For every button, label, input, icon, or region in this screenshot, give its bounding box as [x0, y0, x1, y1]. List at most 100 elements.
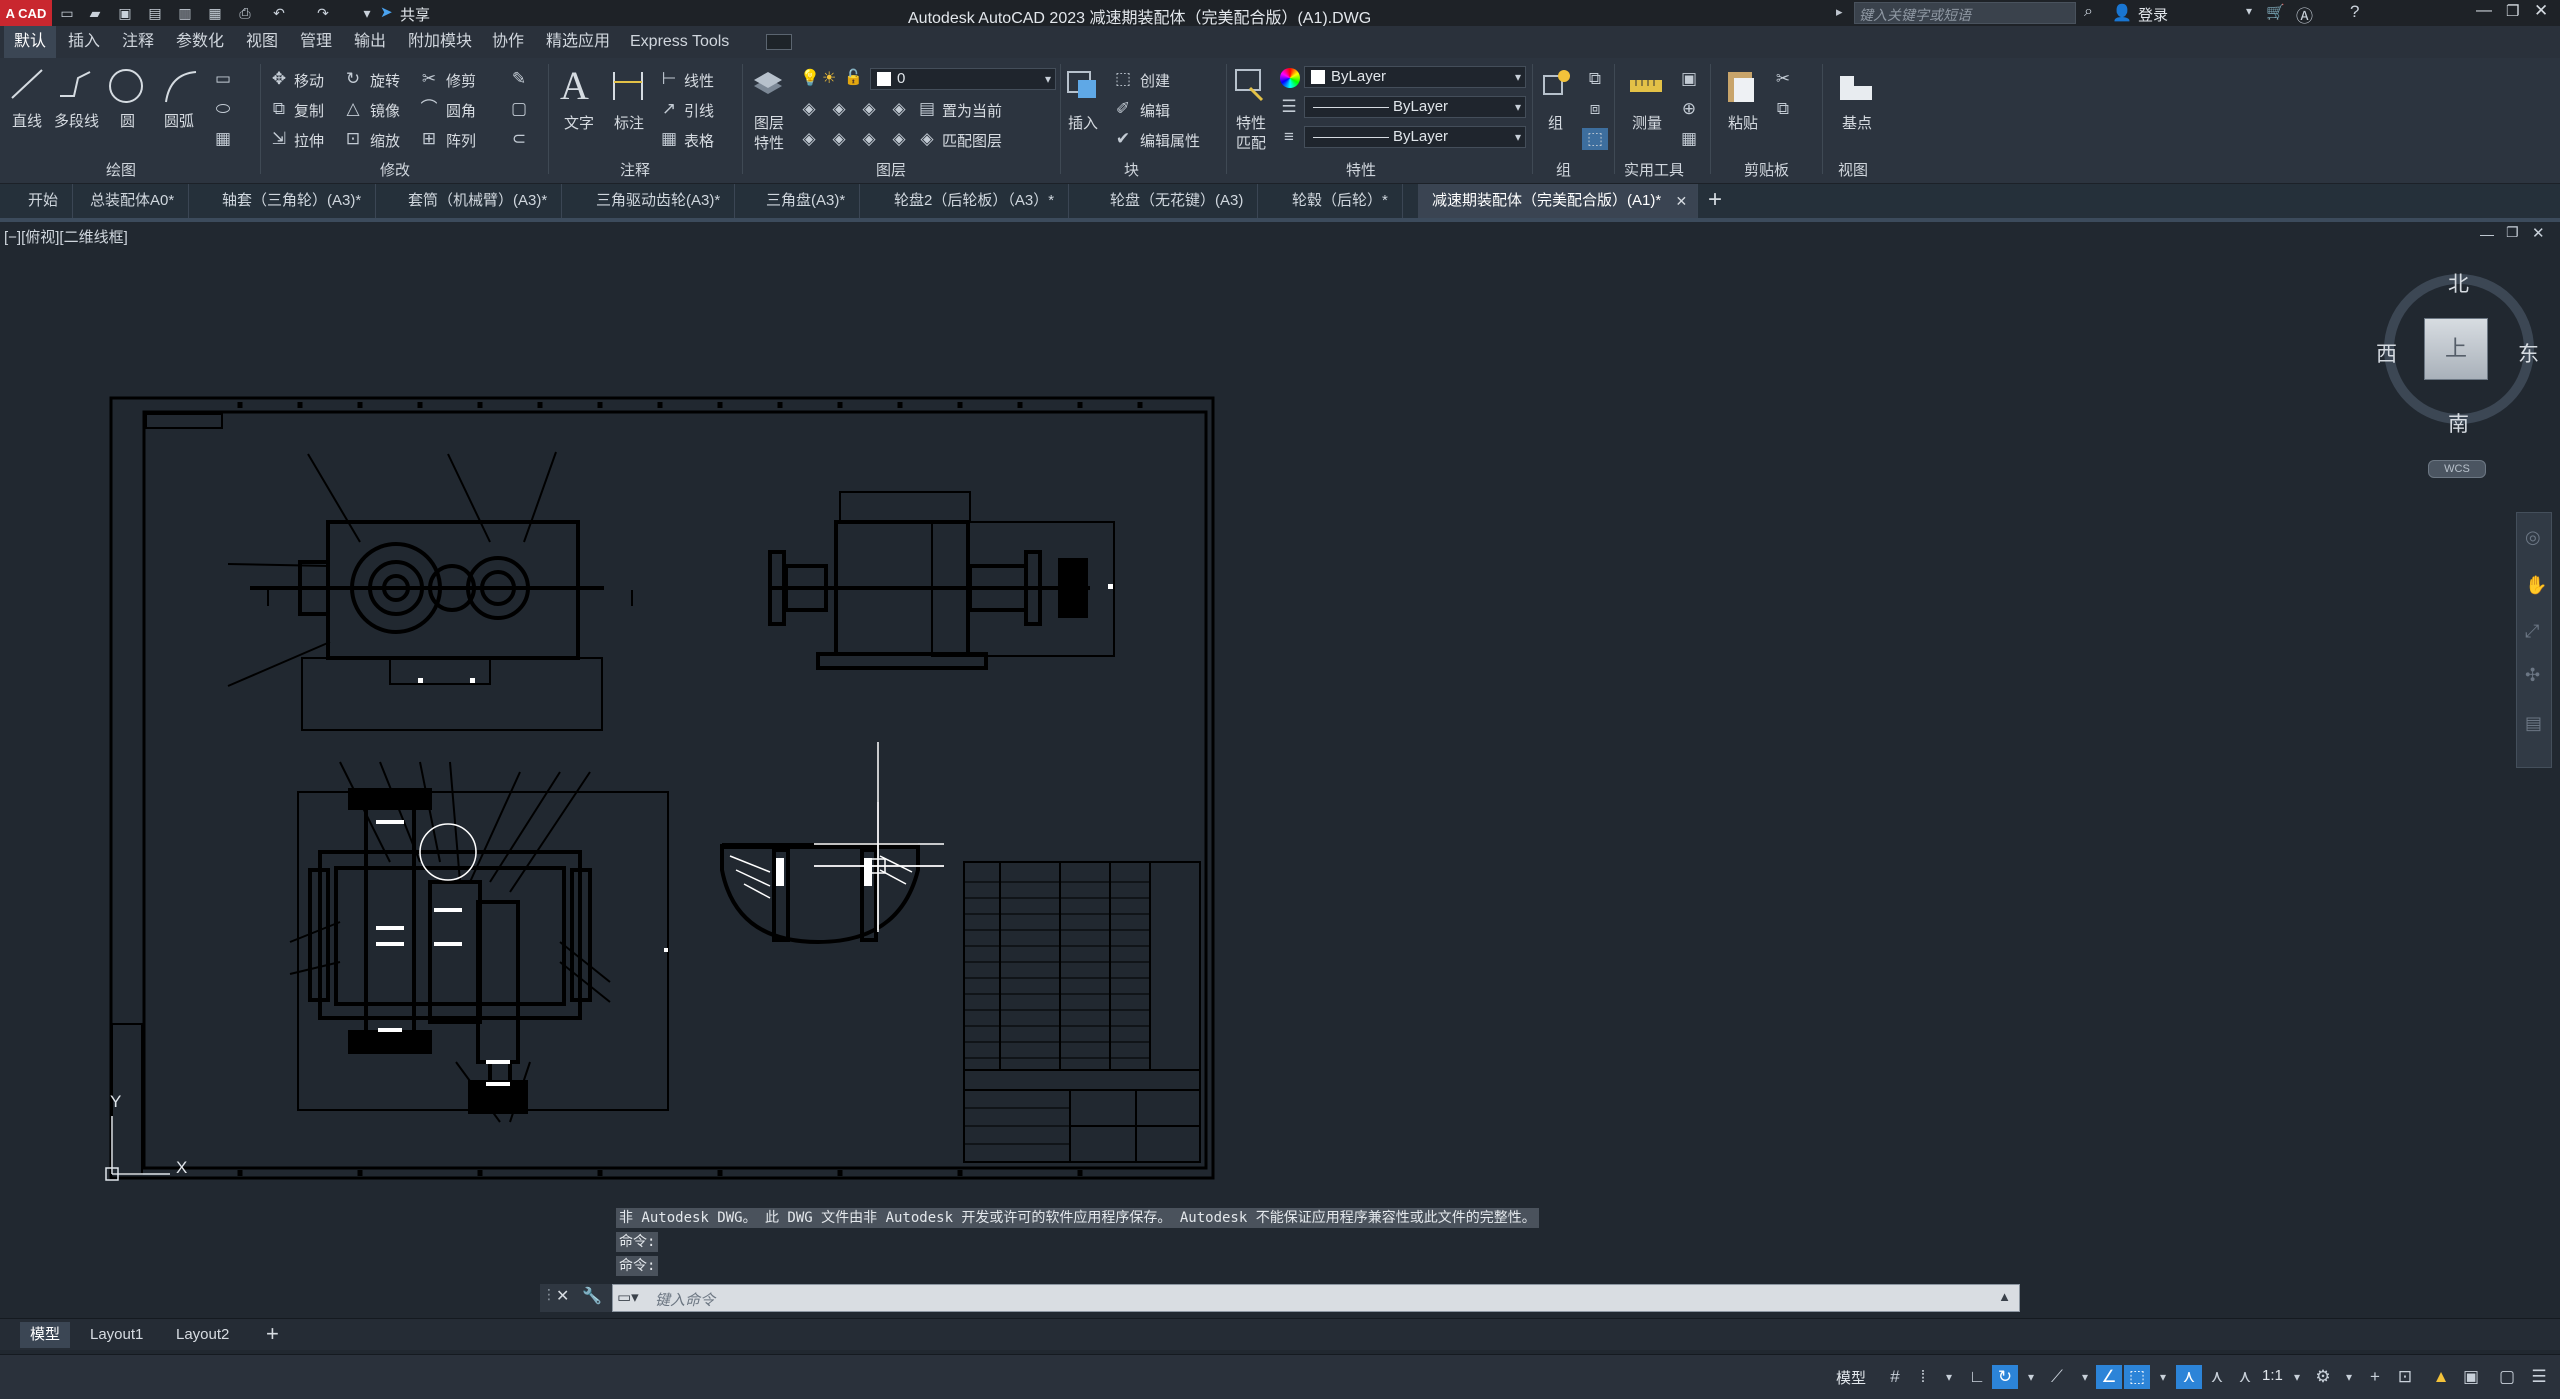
customize-icon[interactable]: ▾ — [358, 4, 376, 22]
command-history-toggle-icon[interactable]: ▲ — [1998, 1289, 2011, 1304]
tab-output[interactable]: 输出 — [344, 26, 396, 58]
doc-tab-active[interactable]: 减速期装配体（完美配合版）(A1)* ✕ — [1418, 184, 1699, 218]
add-icon[interactable]: + — [2362, 1365, 2388, 1389]
line-tool-icon[interactable] — [8, 66, 46, 102]
lineweight-icon[interactable]: ≡ — [1276, 126, 1302, 148]
orbit-icon[interactable]: ✣ — [2525, 665, 2540, 686]
showmotion-icon[interactable]: ▤ — [2525, 713, 2542, 734]
group-edit-icon[interactable]: ⧈ — [1582, 98, 1608, 120]
calculator-icon[interactable]: ▦ — [1676, 128, 1702, 150]
object-snap-tracking-icon[interactable]: ∠ — [2096, 1365, 2122, 1389]
block-group-label[interactable]: 块 — [1124, 159, 1139, 180]
layout-tab-model[interactable]: 模型 — [20, 1322, 71, 1348]
layer-on-icon[interactable]: 💡 — [800, 68, 820, 88]
polyline-tool-label[interactable]: 多段线 — [54, 110, 99, 131]
search-icon[interactable]: ⌕ — [2084, 3, 2093, 21]
tab-manage[interactable]: 管理 — [290, 26, 342, 58]
viewport-restore-icon[interactable]: ❐ — [2506, 224, 2519, 241]
arc-tool-icon[interactable] — [160, 66, 200, 106]
search-input[interactable]: 键入关键字或短语 — [1854, 2, 2076, 24]
add-layout-icon[interactable]: + — [266, 1321, 279, 1347]
grid-icon[interactable]: # — [1882, 1365, 1908, 1389]
settings-gear-icon[interactable]: ⚙ — [2310, 1365, 2336, 1389]
group-label[interactable]: 组 — [1548, 112, 1563, 133]
layer-tool-7-icon[interactable]: ◈ — [856, 128, 882, 150]
command-input[interactable]: ▭▾ 键入命令 ▲ — [612, 1284, 2020, 1312]
make-current-icon[interactable]: ▤ — [914, 98, 940, 120]
steering-wheel-icon[interactable]: ◎ — [2525, 527, 2541, 548]
copy-clip-icon[interactable]: ⧉ — [1770, 98, 1796, 120]
save-icon[interactable]: ▣ — [116, 4, 134, 22]
layer-tool-4-icon[interactable]: ◈ — [886, 98, 912, 120]
viewport-close-icon[interactable]: ✕ — [2532, 224, 2545, 242]
layer-properties-label[interactable]: 图层 — [754, 112, 784, 133]
auto-scale-icon[interactable]: ⋏ — [2204, 1365, 2230, 1389]
viewcube-west[interactable]: 西 — [2376, 338, 2397, 368]
print-icon[interactable]: ⎙ — [236, 4, 254, 22]
new-tab-icon[interactable]: + — [1708, 186, 1722, 214]
save-as-icon[interactable]: ▤ — [146, 4, 164, 22]
color-wheel-icon[interactable] — [1280, 68, 1300, 88]
linear-dim-icon[interactable]: ⊢ — [656, 68, 682, 90]
iso-dropdown-icon[interactable]: ▾ — [2072, 1365, 2098, 1389]
viewcube-top-face[interactable]: 上 — [2424, 318, 2488, 380]
units-icon[interactable]: ⊡ — [2392, 1365, 2418, 1389]
clipboard-group-label[interactable]: 剪贴板 — [1744, 159, 1789, 180]
create-block-label[interactable]: 创建 — [1140, 70, 1170, 91]
open-file-icon[interactable]: ▰ — [86, 4, 104, 22]
text-tool-icon[interactable]: A — [560, 62, 589, 109]
close-tab-icon[interactable]: ✕ — [1675, 184, 1687, 218]
edit-attributes-label[interactable]: 编辑属性 — [1140, 130, 1200, 151]
erase-icon[interactable]: ✎ — [506, 68, 532, 90]
layer-tool-3-icon[interactable]: ◈ — [856, 98, 882, 120]
edit-block-icon[interactable]: ✐ — [1110, 98, 1136, 120]
cut-icon[interactable]: ✂ — [1770, 68, 1796, 90]
doc-tab[interactable]: 轮毂（后轮）* — [1278, 184, 1403, 218]
array-icon[interactable]: ⊞ — [416, 128, 442, 150]
scale-dropdown-icon[interactable]: ▾ — [2284, 1365, 2310, 1389]
doc-tab[interactable]: 轮盘2（后轮板）（A3）* — [880, 184, 1070, 218]
isometric-icon[interactable]: ⟋ — [2044, 1365, 2070, 1389]
doc-tab[interactable]: 三角盘(A3)* — [752, 184, 861, 218]
move-icon[interactable]: ✥ — [266, 68, 292, 90]
doc-tab[interactable]: 总装配体A0* — [76, 184, 190, 218]
tab-collaborate[interactable]: 协作 — [482, 26, 534, 58]
annotation-group-label[interactable]: 注释 — [620, 159, 650, 180]
share-icon[interactable]: ➤ — [380, 3, 393, 21]
mirror-icon[interactable]: △ — [340, 98, 366, 120]
tab-annotate[interactable]: 注释 — [112, 26, 164, 58]
move-label[interactable]: 移动 — [294, 70, 324, 91]
login-dropdown-icon[interactable]: ▾ — [2246, 4, 2252, 18]
pan-icon[interactable]: ✋ — [2525, 575, 2547, 596]
layout-tab-layout2[interactable]: Layout2 — [166, 1322, 239, 1348]
fillet-icon[interactable]: ⌒ — [416, 98, 442, 120]
ungroup-icon[interactable]: ⧉ — [1582, 68, 1608, 90]
edit-attributes-icon[interactable]: ✔ — [1110, 128, 1136, 150]
trim-label[interactable]: 修剪 — [446, 70, 476, 91]
viewcube-east[interactable]: 东 — [2518, 338, 2539, 368]
user-icon[interactable]: 👤 — [2112, 3, 2132, 23]
autocad-logo[interactable]: A CAD — [0, 0, 52, 26]
circle-tool-icon[interactable] — [106, 66, 146, 106]
doc-tab[interactable]: 三角驱动齿轮(A3)* — [582, 184, 736, 218]
tab-default[interactable]: 默认 — [4, 26, 57, 58]
layer-lock-icon[interactable]: 🔓 — [844, 68, 863, 86]
create-block-icon[interactable]: ⬚ — [1110, 68, 1136, 90]
paste-icon[interactable] — [1724, 66, 1758, 106]
ortho-icon[interactable]: ∟ — [1964, 1365, 1990, 1389]
annotation-scale-icon[interactable]: ⋏ — [2232, 1365, 2258, 1389]
new-file-icon[interactable]: ▭ — [58, 4, 76, 22]
properties-group-label[interactable]: 特性 — [1346, 159, 1376, 180]
scale-label[interactable]: 缩放 — [370, 130, 400, 151]
base-point-label[interactable]: 基点 — [1842, 112, 1872, 133]
viewcube-south[interactable]: 南 — [2448, 408, 2469, 438]
linear-dim-label[interactable]: 线性 — [684, 70, 714, 91]
circle-tool-label[interactable]: 圆 — [120, 110, 135, 131]
stretch-icon[interactable]: ⇲ — [266, 128, 292, 150]
mirror-label[interactable]: 镜像 — [370, 100, 400, 121]
table-grid-icon[interactable]: ▦ — [210, 128, 236, 150]
layers-group-label[interactable]: 图层 — [876, 159, 906, 180]
model-space-button[interactable]: 模型 — [1836, 1367, 1866, 1388]
redo-icon[interactable]: ↷ — [314, 4, 332, 22]
autodesk-app-icon[interactable]: Ⓐ — [2296, 2, 2313, 27]
